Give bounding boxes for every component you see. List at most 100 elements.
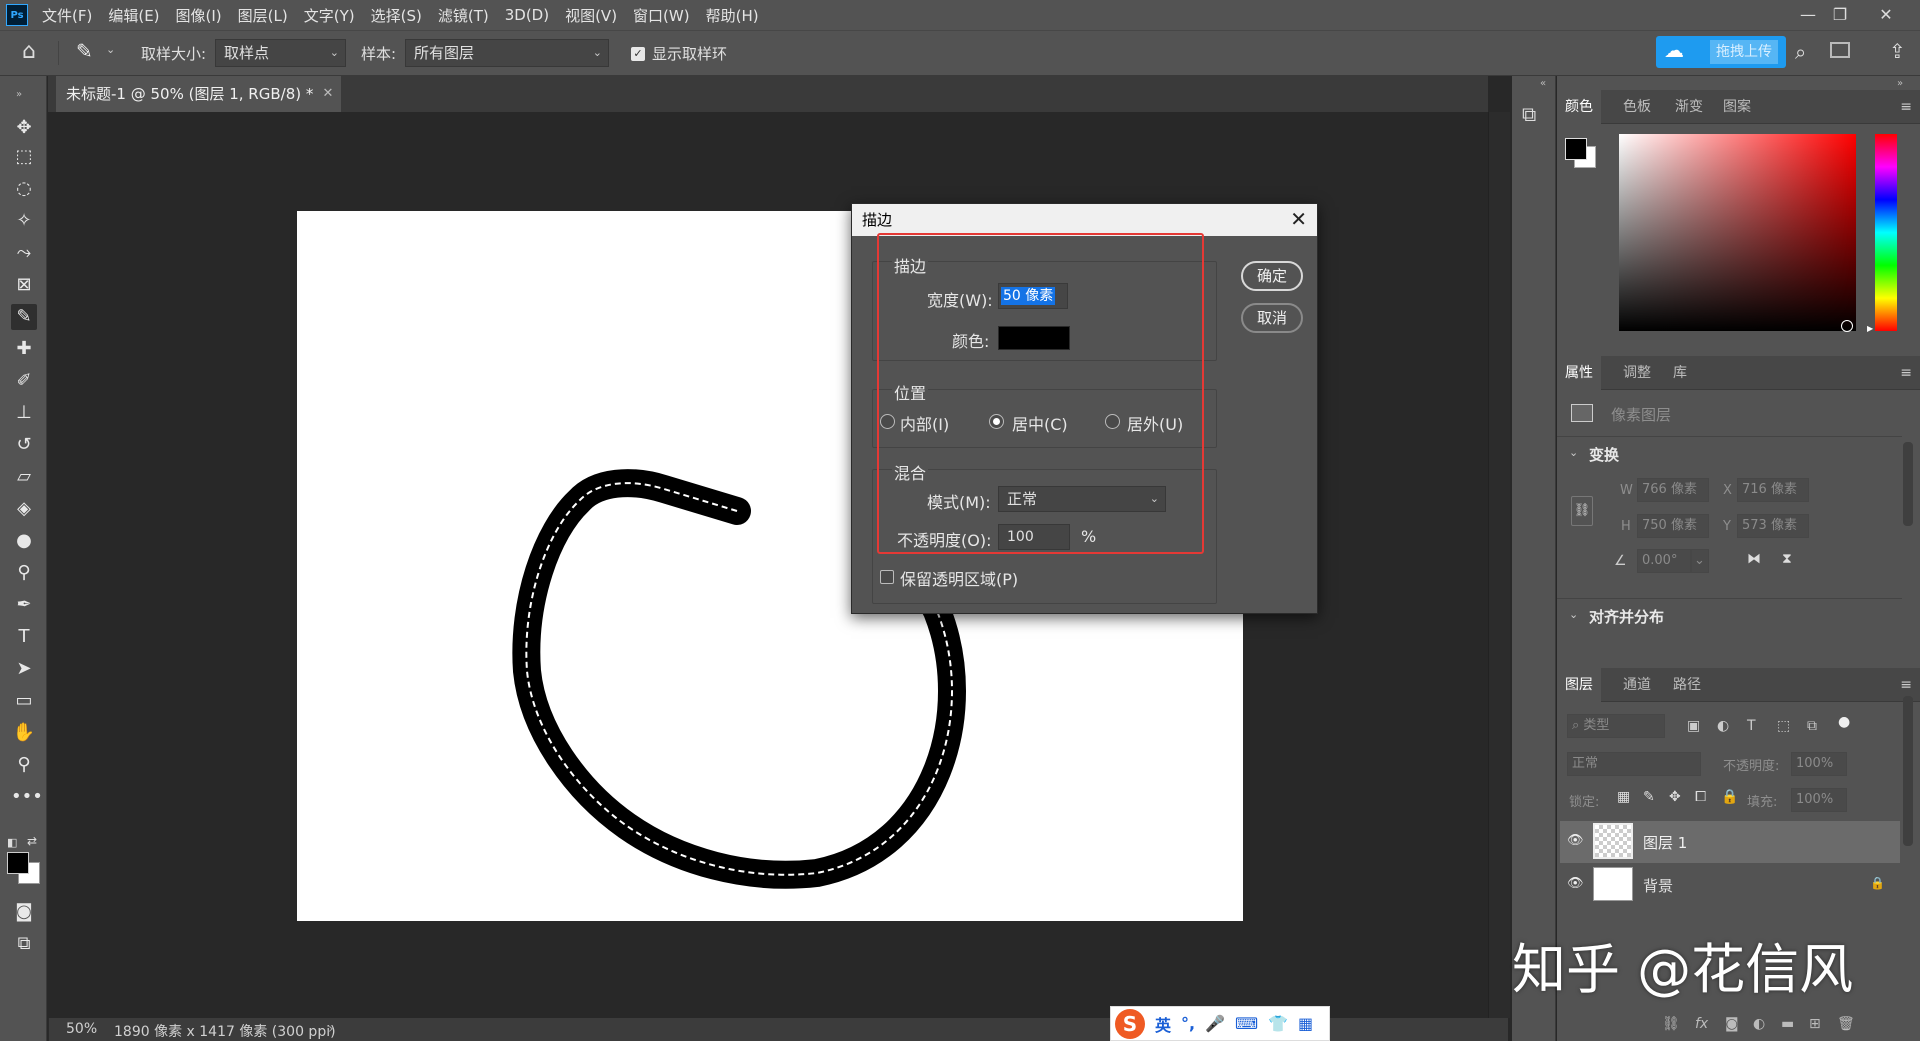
layer-filter-select[interactable]: ⌕ 类型 [1567,714,1665,738]
menu-help[interactable]: 帮助(H) [706,5,759,26]
layers-scrollbar[interactable] [1903,696,1913,846]
lock-position-icon[interactable]: ✥ [1669,789,1681,805]
panel-menu-icon[interactable]: ≡ [1900,90,1912,124]
zoom-level[interactable]: 50% [66,1021,97,1037]
hue-slider[interactable] [1875,134,1897,331]
default-colors-icon[interactable]: ◧ [7,836,17,849]
properties-scrollbar[interactable] [1903,442,1913,526]
lock-all-icon[interactable]: 🔒 [1721,789,1738,805]
share-icon[interactable]: ⇪ [1889,39,1906,63]
tab-swatches[interactable]: 色板 [1623,90,1651,124]
panel-menu-icon[interactable]: ≡ [1900,356,1912,390]
show-ring-checkbox[interactable]: ✓ [631,47,645,61]
collapse-icon[interactable]: » [1897,78,1903,89]
ok-button[interactable]: 确定 [1241,261,1303,291]
eye-icon[interactable]: 👁 [1567,876,1584,891]
quick-mask-icon[interactable]: ◙ [11,899,37,925]
brush-tool-icon[interactable]: ✐ [11,368,37,394]
eyedropper-tool-icon[interactable]: ✎ [11,304,37,330]
close-icon[interactable]: ✕ [1874,3,1898,27]
type-tool-icon[interactable]: T [11,624,37,650]
chevron-down-icon[interactable]: ⌄ [1569,608,1578,621]
group-folder-icon[interactable]: ▬ [1781,1016,1794,1032]
blur-tool-icon[interactable]: ● [11,528,37,554]
image-filter-icon[interactable]: ▣ [1687,718,1700,734]
y-field[interactable]: 573 像素 [1737,514,1809,538]
tab-channels[interactable]: 通道 [1623,668,1651,702]
menu-select[interactable]: 选择(S) [371,5,422,26]
minimize-icon[interactable]: — [1796,3,1820,27]
history-panel-icon[interactable]: ⧉ [1522,102,1536,126]
smart-object-filter-icon[interactable]: ⧉ [1807,718,1817,734]
fill-field[interactable]: 100% [1791,788,1847,812]
filter-toggle-icon[interactable]: ● [1838,714,1850,730]
lock-transparent-icon[interactable]: ▦ [1617,789,1630,805]
zoom-tool-icon[interactable]: ⚲ [11,752,37,778]
dialog-title-bar[interactable]: 描边 ✕ [852,204,1317,236]
x-field[interactable]: 716 像素 [1737,478,1809,502]
cancel-button[interactable]: 取消 [1241,303,1303,333]
microphone-icon[interactable]: 🎤 [1205,1014,1225,1033]
trash-icon[interactable]: 🗑 [1837,1016,1855,1032]
menu-image[interactable]: 图像(I) [176,5,222,26]
frame-tool-icon[interactable]: ⊠ [11,272,37,298]
chevron-down-icon[interactable]: ⌄ [1569,446,1578,459]
menu-filter[interactable]: 滤镜(T) [438,5,489,26]
angle-field[interactable]: 0.00° [1637,549,1691,573]
upload-button[interactable]: ☁ 拖拽上传 [1656,36,1786,68]
eye-icon[interactable]: 👁 [1567,833,1584,848]
eraser-tool-icon[interactable]: ▱ [11,464,37,490]
adjustment-layer-icon[interactable]: ◐ [1753,1016,1765,1032]
layer-row-background[interactable]: 👁 背景 🔒 [1560,864,1900,906]
menu-layer[interactable]: 图层(L) [238,5,288,26]
home-icon[interactable]: ⌂ [22,39,36,64]
rectangle-tool-icon[interactable]: ▭ [11,688,37,714]
foreground-color-swatch[interactable] [7,852,29,874]
fx-icon[interactable]: fx [1695,1016,1708,1032]
skin-icon[interactable]: 👕 [1268,1014,1288,1033]
link-icon[interactable]: ⛓ [1571,496,1593,526]
keyboard-icon[interactable]: ⌨ [1235,1014,1258,1033]
color-field[interactable] [1619,134,1856,332]
close-tab-icon[interactable]: ✕ [322,76,333,112]
collapse-icon[interactable]: » [6,82,32,108]
ime-mode[interactable]: 英 [1155,1012,1171,1036]
close-icon[interactable]: ✕ [1290,204,1307,234]
preserve-transparency-checkbox[interactable] [880,570,894,584]
menu-window[interactable]: 窗口(W) [633,5,690,26]
stamp-tool-icon[interactable]: ⊥ [11,400,37,426]
document-tab[interactable]: 未标题-1 @ 50% (图层 1, RGB/8) * ✕ [56,76,342,112]
tab-libraries[interactable]: 库 [1673,356,1687,390]
tab-gradients[interactable]: 渐变 [1675,90,1703,124]
collapse-icon[interactable]: « [1540,78,1546,89]
menu-edit[interactable]: 编辑(E) [108,5,159,26]
paint-bucket-tool-icon[interactable]: ◈ [11,496,37,522]
magic-wand-tool-icon[interactable]: ✧ [11,208,37,234]
adjustment-filter-icon[interactable]: ◐ [1717,718,1729,734]
sample-select[interactable]: 所有图层 ⌄ [405,39,609,67]
vertical-scrollbar[interactable] [1488,112,1510,1018]
opacity-field[interactable]: 100% [1791,752,1847,776]
flip-vertical-icon[interactable]: ⧗ [1782,551,1792,567]
history-brush-tool-icon[interactable]: ↺ [11,432,37,458]
hand-tool-icon[interactable]: ✋ [11,720,37,746]
swap-colors-icon[interactable]: ⇄ [27,834,37,848]
menu-type[interactable]: 文字(Y) [304,5,355,26]
type-filter-icon[interactable]: T [1747,718,1756,734]
search-icon[interactable]: ⌕ [1795,40,1806,64]
eyedropper-icon[interactable]: ✎ [76,39,93,63]
tab-paths[interactable]: 路径 [1673,668,1701,702]
more-tools-icon[interactable]: ••• [11,784,43,810]
tab-layers[interactable]: 图层 [1557,668,1601,702]
foreground-color-swatch[interactable] [1565,138,1587,160]
add-mask-icon[interactable]: ◙ [1725,1016,1739,1032]
layer-row-1[interactable]: 👁 图层 1 [1560,821,1900,863]
screen-mode-icon[interactable]: ⧉ [11,931,37,957]
shape-filter-icon[interactable]: ⬚ [1777,718,1790,734]
workspace-icon[interactable] [1830,42,1850,58]
healing-tool-icon[interactable]: ✚ [11,336,37,362]
lock-artboard-icon[interactable]: ⧠ [1695,789,1706,805]
blend-mode-select[interactable]: 正常 [1567,752,1701,776]
sample-size-select[interactable]: 取样点 ⌄ [215,39,346,67]
punctuation-icon[interactable]: °, [1181,1014,1195,1033]
